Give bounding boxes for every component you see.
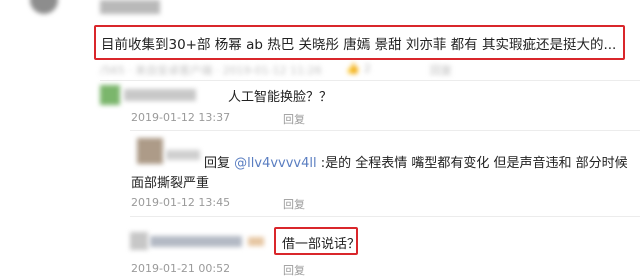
reply-button[interactable]: 回复 bbox=[283, 111, 305, 127]
divider bbox=[130, 130, 640, 131]
username[interactable] bbox=[100, 0, 160, 14]
comment-time: 2019-01-12 13:45 bbox=[131, 196, 231, 209]
username[interactable] bbox=[124, 89, 196, 101]
mention-link[interactable]: @llv4vvvv4ll bbox=[234, 156, 316, 171]
like-count: 2 bbox=[364, 62, 371, 75]
comment-text-line2: 面部撕裂严重 bbox=[131, 176, 210, 191]
comment-text: 人工智能换脸？？ bbox=[228, 90, 333, 105]
comment-text: 借一部说话？ bbox=[282, 237, 361, 252]
avatar[interactable] bbox=[130, 232, 148, 250]
comment-text-line1: :是的 全程表情 嘴型都有变化 但是声音违和 部分时候 bbox=[320, 156, 628, 171]
reply-button[interactable]: 回复 bbox=[430, 62, 452, 78]
reply-button[interactable]: 回复 bbox=[283, 196, 305, 212]
comment-meta: /565 · 来自安卓客户端 · 2019-01-12 11:26 bbox=[100, 64, 322, 77]
reply-prefix: 回复 bbox=[204, 156, 231, 171]
comment-text: 回复 @llv4vvvv4ll :是的 全程表情 嘴型都有变化 但是声音违和 部… bbox=[204, 152, 628, 171]
comment-time: 2019-01-21 00:52 bbox=[131, 262, 231, 275]
comment-time: 2019-01-12 13:37 bbox=[131, 111, 231, 124]
reply-button[interactable]: 回复 bbox=[283, 262, 305, 278]
avatar[interactable] bbox=[30, 0, 58, 14]
avatar[interactable] bbox=[100, 85, 120, 105]
username[interactable] bbox=[150, 236, 242, 247]
username[interactable] bbox=[166, 150, 200, 160]
badge bbox=[248, 237, 264, 246]
comment-text: 目前收集到30+部 杨幂 ab 热巴 关晓彤 唐嫣 景甜 刘亦菲 都有 其实瑕疵… bbox=[101, 37, 617, 53]
like-icon[interactable]: 👍 bbox=[346, 62, 360, 75]
divider bbox=[100, 80, 640, 81]
avatar[interactable] bbox=[137, 138, 163, 164]
divider bbox=[130, 216, 640, 217]
